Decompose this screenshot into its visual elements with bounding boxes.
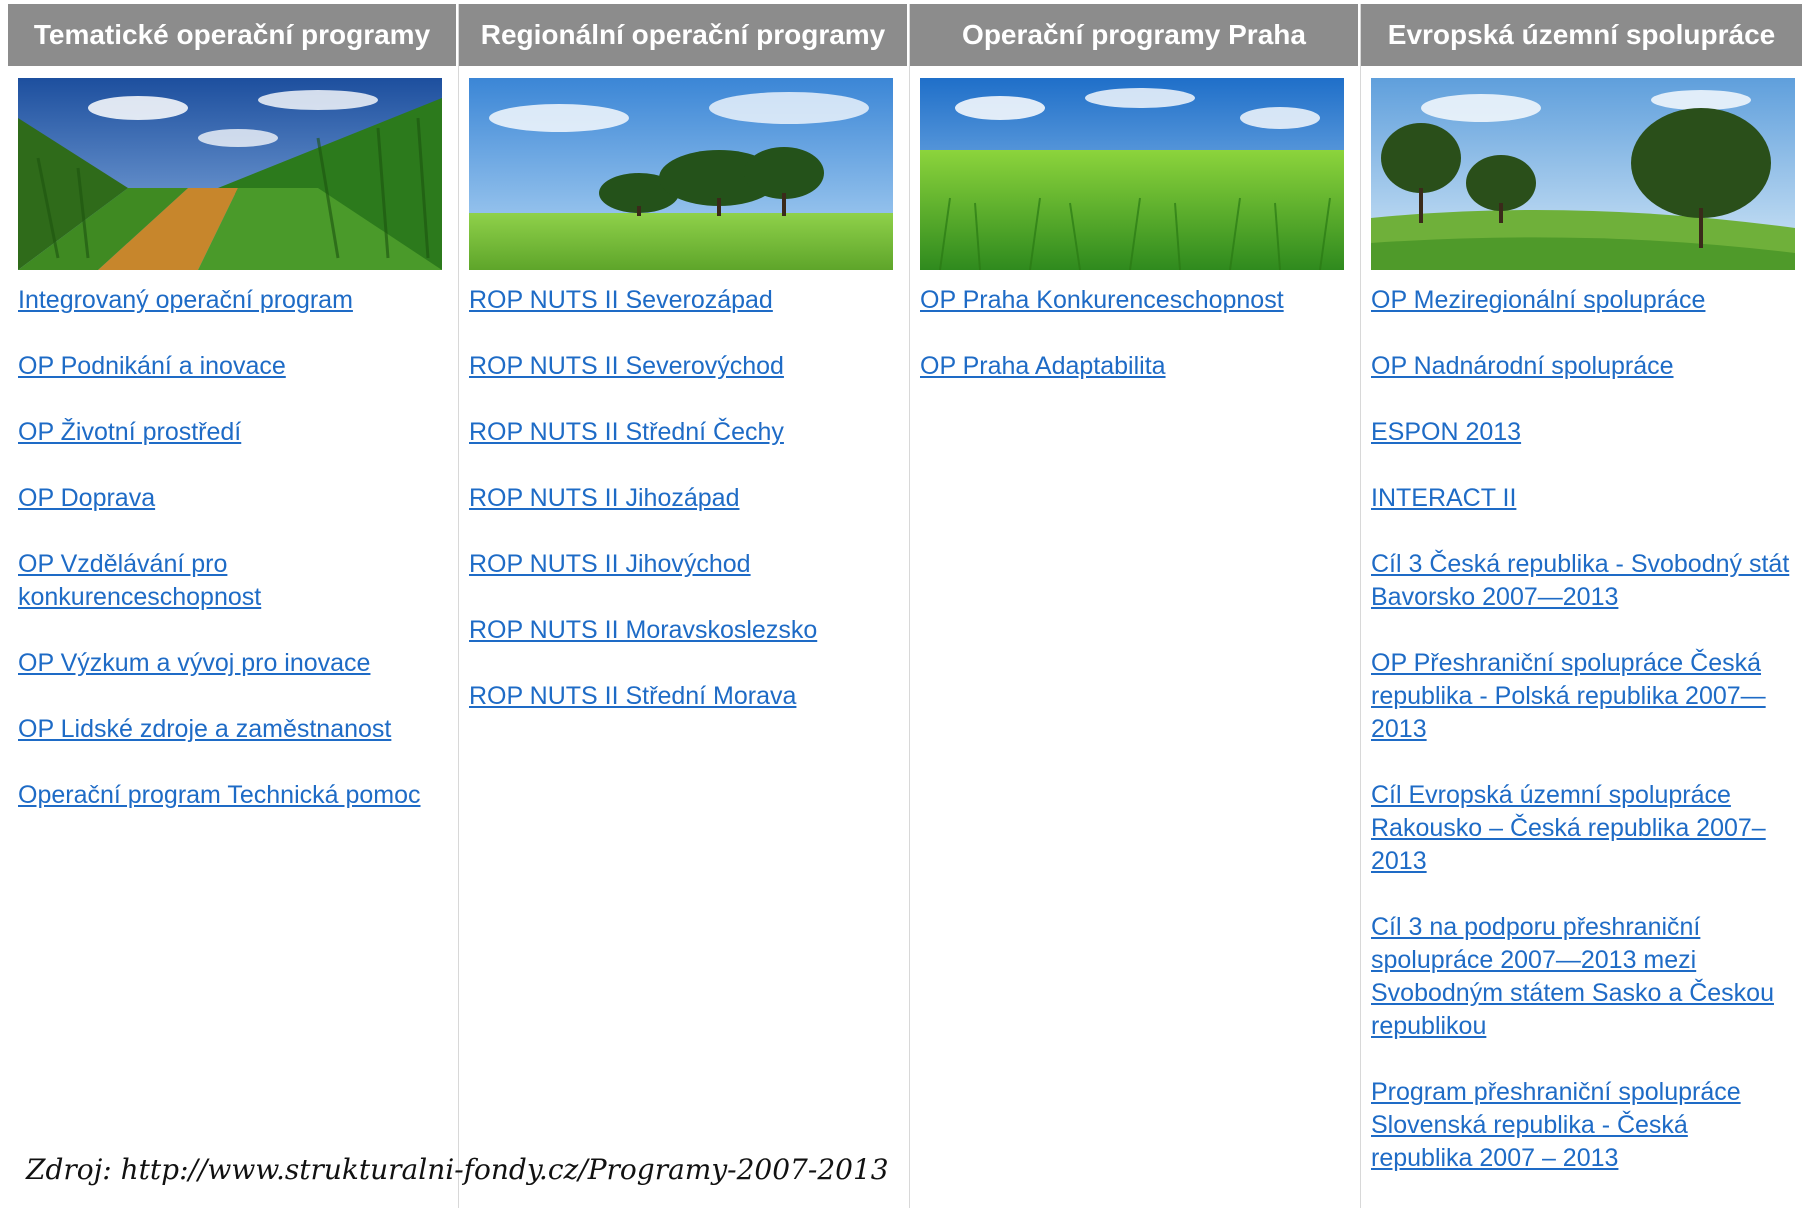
link-rop-severovychod[interactable]: ROP NUTS II Severovýchod: [469, 350, 901, 383]
link-op-zivotni-prostredi[interactable]: OP Životní prostředí: [18, 416, 450, 449]
trees-meadow-image: [469, 78, 893, 270]
link-rop-moravskoslezsko[interactable]: ROP NUTS II Moravskoslezsko: [469, 614, 901, 647]
link-cil-rakousko[interactable]: Cíl Evropská územní spolupráce Rakousko …: [1371, 779, 1794, 878]
links-list: ROP NUTS II Severozápad ROP NUTS II Seve…: [469, 284, 909, 713]
corn-field-image: [18, 78, 442, 270]
link-op-doprava[interactable]: OP Doprava: [18, 482, 450, 515]
column-praha: Operační programy Praha OP Praha Konkure…: [910, 4, 1361, 1208]
link-op-cz-pl[interactable]: OP Přeshraniční spolupráce Česká republi…: [1371, 647, 1794, 746]
column-header: Evropská územní spolupráce: [1361, 4, 1802, 66]
link-op-vzdelavani[interactable]: OP Vzdělávání pro konkurenceschopnost: [18, 548, 450, 614]
column-evropska: Evropská územní spolupráce OP Meziregion…: [1361, 4, 1802, 1208]
link-op-lidske-zdroje[interactable]: OP Lidské zdroje a zaměstnanost: [18, 713, 450, 746]
link-rop-severozapad[interactable]: ROP NUTS II Severozápad: [469, 284, 901, 317]
column-tematicke: Tematické operační programy Integrovaný …: [8, 4, 459, 1208]
link-op-meziregionalni[interactable]: OP Meziregionální spolupráce: [1371, 284, 1794, 317]
link-op-nadnarodni[interactable]: OP Nadnárodní spolupráce: [1371, 350, 1794, 383]
grass-field-image: [920, 78, 1344, 270]
column-regionalni: Regionální operační programy ROP NUTS II…: [459, 4, 910, 1208]
link-cil3-sasko[interactable]: Cíl 3 na podporu přeshraniční spolupráce…: [1371, 911, 1794, 1043]
column-header: Tematické operační programy: [8, 4, 458, 66]
source-note: Zdroj: http://www.strukturalni-fondy.cz/…: [26, 1153, 889, 1186]
link-op-technicka-pomoc[interactable]: Operační program Technická pomoc: [18, 779, 450, 812]
links-list: Integrovaný operační program OP Podnikán…: [18, 284, 458, 812]
link-op-praha-konkurenceschopnost[interactable]: OP Praha Konkurenceschopnost: [920, 284, 1352, 317]
link-cil3-bavorsko[interactable]: Cíl 3 Česká republika - Svobodný stát Ba…: [1371, 548, 1794, 614]
link-program-sk-cz[interactable]: Program přeshraniční spolupráce Slovensk…: [1371, 1076, 1794, 1175]
links-list: OP Meziregionální spolupráce OP Nadnárod…: [1371, 284, 1802, 1175]
trees-hill-image: [1371, 78, 1795, 270]
link-interact-ii[interactable]: INTERACT II: [1371, 482, 1794, 515]
link-op-podnikani[interactable]: OP Podnikání a inovace: [18, 350, 450, 383]
column-header: Regionální operační programy: [459, 4, 909, 66]
link-rop-jihovychod[interactable]: ROP NUTS II Jihovýchod: [469, 548, 901, 581]
link-integrovany-op[interactable]: Integrovaný operační program: [18, 284, 450, 317]
programs-grid: Tematické operační programy Integrovaný …: [8, 4, 1802, 1208]
link-espon-2013[interactable]: ESPON 2013: [1371, 416, 1794, 449]
link-rop-stredni-cechy[interactable]: ROP NUTS II Střední Čechy: [469, 416, 901, 449]
link-rop-jihozapad[interactable]: ROP NUTS II Jihozápad: [469, 482, 901, 515]
link-rop-stredni-morava[interactable]: ROP NUTS II Střední Morava: [469, 680, 901, 713]
links-list: OP Praha Konkurenceschopnost OP Praha Ad…: [920, 284, 1360, 383]
link-op-vyzkum[interactable]: OP Výzkum a vývoj pro inovace: [18, 647, 450, 680]
column-header: Operační programy Praha: [910, 4, 1360, 66]
link-op-praha-adaptabilita[interactable]: OP Praha Adaptabilita: [920, 350, 1352, 383]
